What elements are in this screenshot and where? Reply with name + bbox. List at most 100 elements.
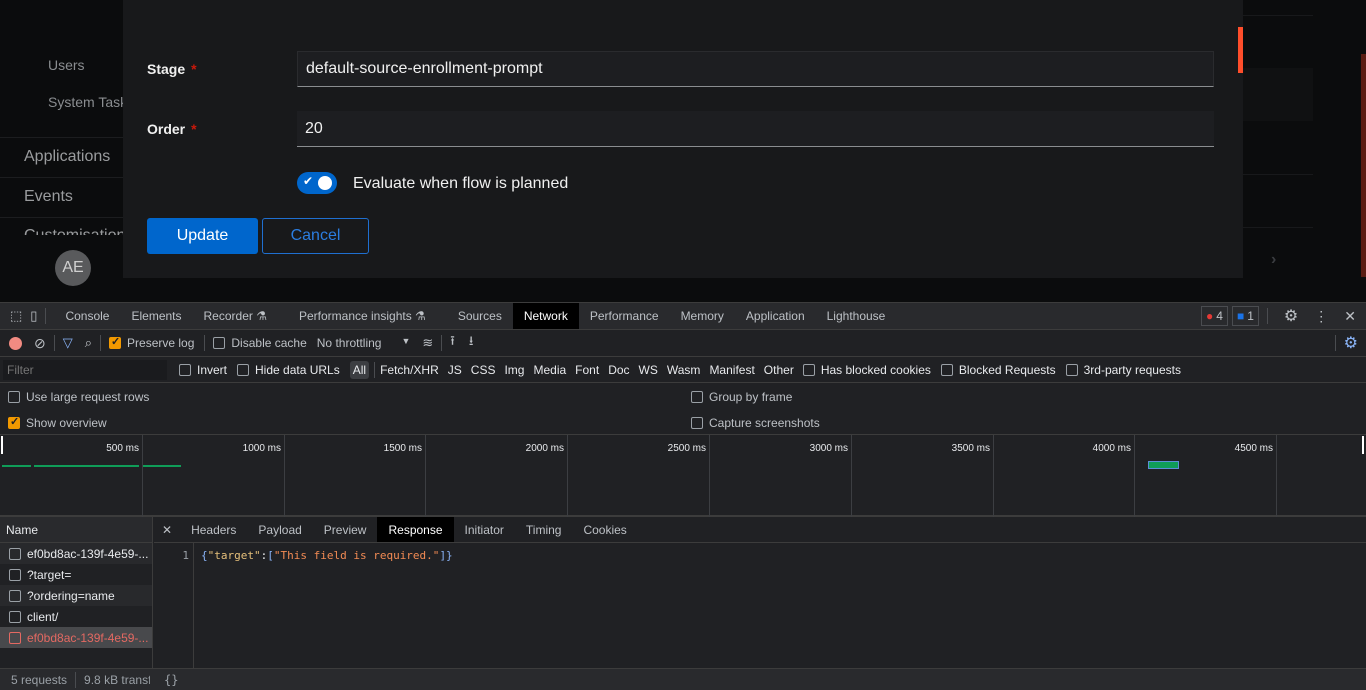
tab-memory[interactable]: Memory [670, 303, 735, 329]
update-button[interactable]: Update [147, 218, 258, 254]
filter-type-font[interactable]: Font [575, 363, 599, 377]
tab-performance-insights[interactable]: Performance insights ⚗ [288, 303, 437, 329]
message-count-badge[interactable]: ■ 1 [1231, 306, 1259, 326]
overview-right-handle[interactable] [1362, 436, 1364, 454]
capture-screenshots-checkbox[interactable]: Capture screenshots [691, 416, 820, 430]
search-icon[interactable]: ⌕ [85, 335, 92, 351]
filter-icon[interactable]: ▽ [63, 335, 73, 351]
filter-type-img[interactable]: Img [504, 363, 524, 377]
filter-type-ws[interactable]: WS [639, 363, 658, 377]
sidebar-item-system-tasks[interactable]: System Tasks [48, 94, 123, 110]
throttling-select[interactable]: No throttling ▼ [317, 336, 411, 350]
tab-cookies[interactable]: Cookies [572, 517, 637, 542]
tab-initiator[interactable]: Initiator [454, 517, 515, 542]
gear-icon[interactable]: ⚙ [1284, 306, 1298, 326]
scrollbar-accent [1361, 54, 1366, 277]
filter-input[interactable] [3, 359, 167, 380]
tab-timing[interactable]: Timing [515, 517, 573, 542]
third-party-requests-checkbox[interactable]: 3rd-party requests [1065, 363, 1181, 377]
filter-type-manifest[interactable]: Manifest [709, 363, 754, 377]
request-row[interactable]: client/ [0, 606, 152, 627]
network-settings-gear-icon[interactable]: ⚙ [1344, 333, 1358, 353]
chevron-right-icon[interactable]: › [1271, 251, 1276, 269]
checkbox[interactable] [691, 391, 703, 403]
close-icon[interactable]: ✕ [1344, 308, 1356, 325]
checkbox[interactable] [802, 363, 815, 376]
device-toolbar-icon[interactable]: ▯ [30, 308, 37, 324]
inspect-element-icon[interactable]: ⬚ [10, 308, 22, 324]
tab-application[interactable]: Application [735, 303, 816, 329]
sidebar-item-users[interactable]: Users [48, 57, 85, 73]
tab-console[interactable]: Console [54, 303, 120, 329]
request-row[interactable]: ?target= [0, 564, 152, 585]
record-icon[interactable] [9, 336, 22, 350]
checkbox[interactable] [8, 415, 20, 429]
checkbox[interactable] [109, 335, 122, 349]
filter-type-doc[interactable]: Doc [608, 363, 629, 377]
clear-icon[interactable]: ⊘ [34, 335, 46, 352]
error-count-badge[interactable]: ● 4 [1201, 306, 1228, 326]
has-blocked-cookies-checkbox[interactable]: Has blocked cookies [802, 363, 931, 377]
hide-data-urls-checkbox[interactable]: Hide data URLs [237, 363, 340, 377]
stage-select[interactable]: default-source-enrollment-prompt [297, 51, 1214, 87]
checkbox[interactable] [1065, 363, 1078, 376]
pretty-print-button[interactable]: {} [164, 673, 178, 687]
more-options-icon[interactable]: ⋮ [1314, 308, 1328, 325]
preserve-log-checkbox[interactable]: Preserve log [109, 335, 194, 350]
filter-type-fetch-xhr[interactable]: Fetch/XHR [380, 363, 439, 377]
large-rows-checkbox[interactable]: Use large request rows [8, 390, 149, 404]
filter-type-other[interactable]: Other [764, 363, 794, 377]
divider [1243, 15, 1313, 16]
filter-type-all[interactable]: All [349, 360, 370, 379]
response-body[interactable]: {"target":["This field is required."]} [201, 549, 453, 562]
import-har-icon[interactable]: ⭱ [450, 332, 455, 354]
checkbox[interactable] [940, 363, 953, 376]
filter-type-css[interactable]: CSS [471, 363, 496, 377]
timeline-tick-label: 3500 ms [951, 443, 990, 454]
tab-performance[interactable]: Performance [579, 303, 670, 329]
tab-lighthouse[interactable]: Lighthouse [816, 303, 897, 329]
devtools-tabbar: ⬚ ▯ Console Elements Recorder ⚗ Performa… [0, 303, 1366, 330]
tab-response[interactable]: Response [377, 517, 454, 542]
cancel-button[interactable]: Cancel [262, 218, 369, 254]
invert-checkbox[interactable]: Invert [179, 363, 227, 377]
sidebar-item-applications[interactable]: Applications [24, 148, 110, 166]
request-row-selected-error[interactable]: ef0bd8ac-139f-4e59-... [0, 627, 152, 648]
checkbox[interactable] [179, 363, 191, 376]
order-input[interactable]: 20 [297, 111, 1214, 147]
name-column-header[interactable]: Name [0, 517, 152, 543]
app-background: Users System Tasks Applications Events C… [0, 0, 1366, 302]
tab-elements[interactable]: Elements [120, 303, 192, 329]
evaluate-toggle[interactable]: ✔ [297, 172, 337, 194]
filter-type-wasm[interactable]: Wasm [667, 363, 701, 377]
tab-preview[interactable]: Preview [313, 517, 378, 542]
export-har-icon[interactable]: ⭳ [469, 332, 474, 354]
error-icon: ● [1206, 309, 1214, 323]
tab-payload[interactable]: Payload [247, 517, 312, 542]
request-row[interactable]: ef0bd8ac-139f-4e59-... [0, 543, 152, 564]
filter-type-js[interactable]: JS [448, 363, 462, 377]
blocked-requests-checkbox[interactable]: Blocked Requests [940, 363, 1056, 377]
modal-scrollbar[interactable] [1238, 27, 1243, 73]
checkbox[interactable] [691, 417, 703, 429]
checkbox[interactable] [237, 363, 250, 376]
close-detail-icon[interactable]: ✕ [162, 523, 172, 537]
timeline-tick-label: 2000 ms [525, 443, 564, 454]
sidebar-item-customisation[interactable]: Customisation [24, 227, 125, 235]
network-conditions-icon[interactable]: ≋ [422, 335, 433, 351]
sidebar-item-events[interactable]: Events [24, 188, 73, 206]
avatar[interactable]: AE [55, 250, 91, 286]
overview-left-handle[interactable] [1, 436, 3, 454]
show-overview-checkbox[interactable]: Show overview [8, 415, 107, 430]
tab-recorder[interactable]: Recorder ⚗ [193, 303, 278, 329]
filter-type-media[interactable]: Media [533, 363, 566, 377]
disable-cache-checkbox[interactable]: Disable cache [213, 336, 307, 350]
checkbox[interactable] [213, 337, 226, 349]
tab-network[interactable]: Network [512, 303, 579, 329]
network-overview-timeline[interactable]: 500 ms 1000 ms 1500 ms 2000 ms 2500 ms 3000 m… [0, 435, 1366, 517]
request-row[interactable]: ?ordering=name [0, 585, 152, 606]
tab-headers[interactable]: Headers [180, 517, 247, 542]
group-by-frame-checkbox[interactable]: Group by frame [691, 390, 792, 404]
checkbox[interactable] [8, 391, 20, 403]
tab-sources[interactable]: Sources [447, 303, 513, 329]
